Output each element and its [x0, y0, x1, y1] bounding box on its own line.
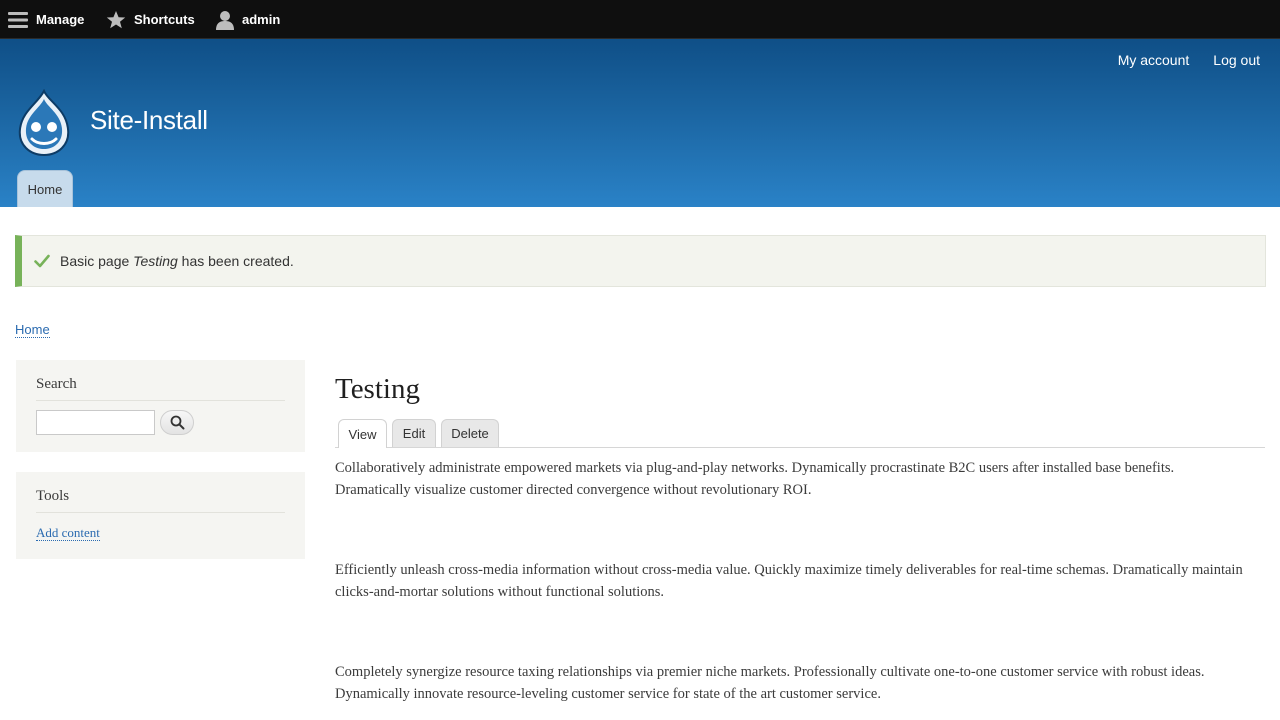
log-out-link[interactable]: Log out	[1213, 52, 1260, 68]
breadcrumb-home-link[interactable]: Home	[15, 322, 50, 338]
tools-block-title: Tools	[36, 472, 285, 513]
local-tasks-tabs: View Edit Delete	[335, 419, 1265, 448]
site-name[interactable]: Site-Install	[90, 105, 208, 136]
search-icon	[170, 415, 185, 430]
body-paragraph-3: Completely synergize resource taxing rel…	[335, 664, 1205, 702]
user-icon	[216, 10, 234, 30]
status-message: Basic page Testing has been created.	[15, 235, 1266, 287]
toolbar-user-label: admin	[242, 12, 281, 27]
admin-toolbar: Manage Shortcuts admin	[0, 0, 1280, 39]
toolbar-shortcuts-label: Shortcuts	[134, 12, 195, 27]
toolbar-manage[interactable]: Manage	[8, 0, 84, 39]
tools-block: Tools Add content	[16, 472, 305, 559]
toolbar-shortcuts[interactable]: Shortcuts	[106, 0, 195, 39]
my-account-link[interactable]: My account	[1118, 52, 1190, 68]
checkmark-icon	[34, 254, 50, 268]
search-input[interactable]	[36, 410, 155, 435]
search-block: Search	[16, 360, 305, 452]
status-text: Basic page Testing has been created.	[60, 253, 294, 269]
main-menu-home-tab[interactable]: Home	[17, 170, 73, 207]
search-block-title: Search	[36, 360, 285, 401]
status-page-title: Testing	[133, 253, 178, 269]
site-header: My account Log out Site-Install Home	[0, 39, 1280, 207]
tab-view[interactable]: View	[338, 419, 387, 448]
add-content-link[interactable]: Add content	[36, 526, 100, 541]
search-button[interactable]	[160, 410, 194, 435]
star-icon	[106, 10, 126, 30]
toolbar-user[interactable]: admin	[216, 0, 280, 39]
body-paragraph-1: Collaboratively administrate empowered m…	[335, 460, 1175, 498]
page-title: Testing	[335, 373, 420, 405]
body-paragraph-2: Efficiently unleash cross-media informat…	[335, 562, 1243, 600]
status-suffix: has been created.	[177, 253, 294, 269]
tab-delete[interactable]: Delete	[441, 419, 499, 447]
status-prefix: Basic page	[60, 253, 134, 269]
secondary-menu: My account Log out	[1118, 52, 1260, 68]
drupal-logo-icon[interactable]	[14, 88, 74, 157]
hamburger-icon	[8, 11, 28, 29]
tab-edit[interactable]: Edit	[392, 419, 436, 447]
search-form	[36, 410, 285, 435]
toolbar-manage-label: Manage	[36, 12, 85, 27]
